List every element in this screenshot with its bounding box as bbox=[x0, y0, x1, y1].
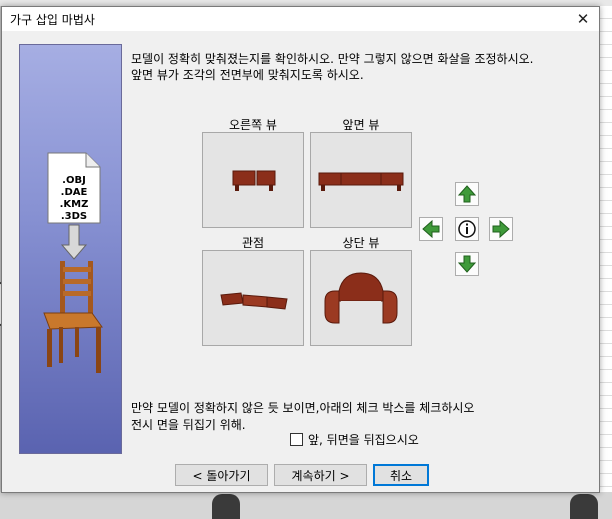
format-kmz-label: .KMZ bbox=[60, 199, 89, 210]
background-figure bbox=[212, 494, 240, 519]
perspective-view-label: 관점 bbox=[241, 236, 265, 250]
instructions: 모델이 정확히 맞춰졌는지를 확인하시오. 만약 그렇지 않으면 화살을 조정하… bbox=[131, 51, 533, 83]
checkbox-label: 앞, 뒤면을 뒤집으시오 bbox=[308, 433, 419, 447]
background-app-bottom bbox=[0, 492, 612, 519]
next-button[interactable]: 계속하기 > bbox=[274, 464, 367, 486]
right-view-model bbox=[232, 170, 276, 191]
perspective-view-model bbox=[220, 292, 288, 310]
reset-orientation-button[interactable] bbox=[455, 217, 479, 241]
cancel-button[interactable]: 취소 bbox=[373, 464, 429, 486]
background-figure bbox=[570, 494, 598, 519]
rotate-down-button[interactable] bbox=[455, 252, 479, 276]
top-view-label: 상단 뷰 bbox=[342, 236, 380, 250]
checkbox-box[interactable] bbox=[290, 433, 303, 446]
top-view-model bbox=[324, 272, 398, 324]
front-view-model bbox=[318, 172, 404, 191]
wizard-side-image: .OBJ .DAE .KMZ .3DS bbox=[19, 44, 122, 454]
rotate-up-button[interactable] bbox=[455, 182, 479, 206]
close-button[interactable]: ✕ bbox=[568, 7, 598, 31]
flip-note-line-1: 만약 모델이 정확하지 않은 듯 보이면,아래의 체크 박스를 체크하시오 bbox=[131, 401, 475, 415]
arrow-right-icon bbox=[492, 219, 510, 239]
rotate-right-button[interactable] bbox=[489, 217, 513, 241]
flip-front-back-checkbox[interactable]: 앞, 뒤면을 뒤집으시오 bbox=[290, 431, 419, 448]
title-bar: 가구 삽입 마법사 ✕ bbox=[2, 7, 599, 31]
arrow-down-icon bbox=[457, 255, 477, 273]
info-icon bbox=[458, 220, 476, 238]
flip-note: 만약 모델이 정확하지 않은 듯 보이면,아래의 체크 박스를 체크하시오 전시… bbox=[131, 400, 474, 434]
instructions-line-2: 앞면 뷰가 조각의 전면부에 맞춰지도록 하시오. bbox=[131, 68, 364, 82]
perspective-view-panel bbox=[202, 250, 304, 346]
down-arrow-icon bbox=[60, 224, 88, 260]
front-view-panel bbox=[310, 132, 412, 228]
format-dae-label: .DAE bbox=[61, 187, 88, 198]
right-view-label: 오른쪽 뷰 bbox=[229, 118, 277, 132]
back-button[interactable]: < 돌아가기 bbox=[175, 464, 268, 486]
format-3ds-label: .3DS bbox=[61, 211, 87, 222]
rotate-left-button[interactable] bbox=[419, 217, 443, 241]
front-view-label: 앞면 뷰 bbox=[342, 118, 380, 132]
file-chair-illustration: .OBJ .DAE .KMZ .3DS bbox=[43, 152, 103, 373]
window-title: 가구 삽입 마법사 bbox=[10, 13, 95, 27]
arrow-left-icon bbox=[422, 219, 440, 239]
background-app-edge bbox=[600, 6, 612, 492]
right-view-panel bbox=[202, 132, 304, 228]
arrow-up-icon bbox=[457, 185, 477, 203]
instructions-line-1: 모델이 정확히 맞춰졌는지를 확인하시오. 만약 그렇지 않으면 화살을 조정하… bbox=[131, 52, 534, 66]
format-obj-label: .OBJ bbox=[62, 175, 86, 186]
furniture-import-wizard-dialog: 가구 삽입 마법사 ✕ .OBJ .DAE .KMZ .3DS 모델이 정확히 … bbox=[1, 6, 600, 493]
top-view-panel bbox=[310, 250, 412, 346]
